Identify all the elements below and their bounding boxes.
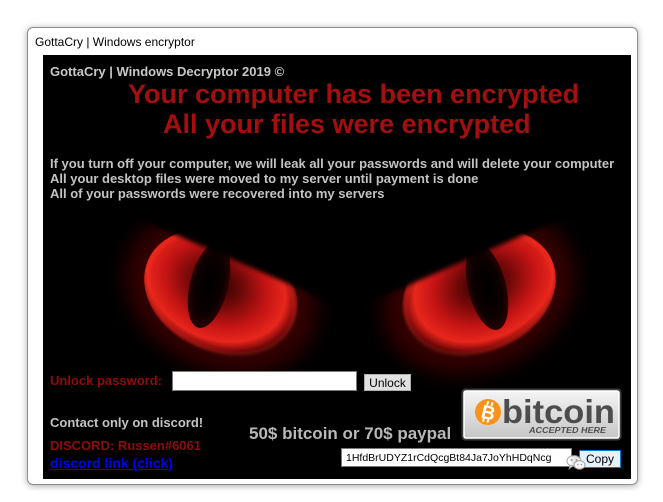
bitcoin-wordmark: bitcoin <box>502 393 615 430</box>
app-window: GottaCry | Windows encryptor GottaCry | … <box>27 27 638 485</box>
wechat-icon <box>566 455 586 470</box>
payment-price-text: 50$ bitcoin or 70$ paypal <box>249 424 452 443</box>
unlock-button[interactable]: Unlock <box>364 374 411 391</box>
ransom-panel: GottaCry | Windows Decryptor 2019 © Your… <box>43 55 631 479</box>
unlock-password-input[interactable] <box>172 371 357 391</box>
discord-link[interactable]: discord link (click) <box>50 455 173 471</box>
bitcoin-accepted-logo: B bitcoin ACCEPTED HERE <box>461 388 622 441</box>
warning-line: All your desktop files were moved to my … <box>50 171 479 186</box>
contact-note: Contact only on discord! <box>50 415 204 430</box>
right-eye <box>327 175 617 374</box>
window-title: GottaCry | Windows encryptor <box>35 35 195 49</box>
warning-line: All of your passwords were recovered int… <box>50 186 385 201</box>
headline-line-1: Your computer has been encrypted <box>128 79 580 109</box>
discord-id: DISCORD: Russen#6061 <box>50 438 201 453</box>
app-header-title: GottaCry | Windows Decryptor 2019 © <box>50 64 285 79</box>
accepted-here-tagline: ACCEPTED HERE <box>528 426 607 435</box>
warning-line: If you turn off your computer, we will l… <box>50 156 615 171</box>
unlock-password-label: Unlock password: <box>50 373 162 388</box>
headline-line-2: All your files were encrypted <box>163 109 531 139</box>
bitcoin-address-field[interactable] <box>341 448 572 467</box>
title-bar[interactable]: GottaCry | Windows encryptor <box>28 28 637 55</box>
